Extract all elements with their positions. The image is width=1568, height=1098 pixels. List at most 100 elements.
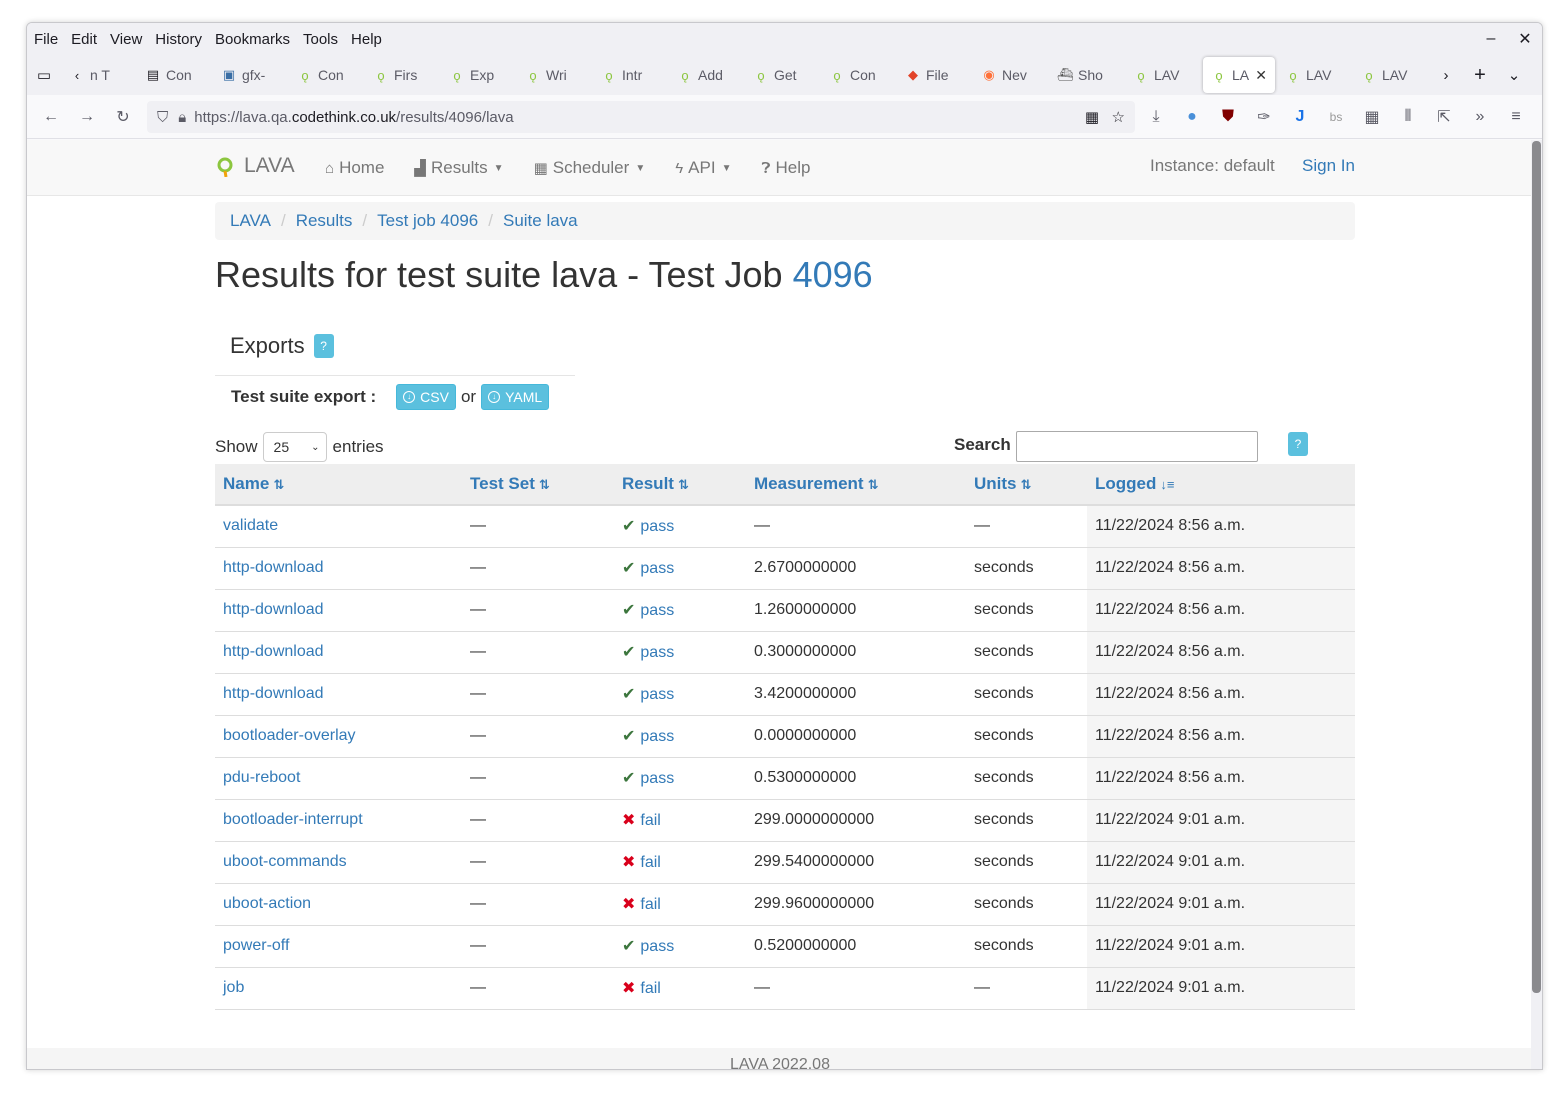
browser-tab[interactable]: ǫ Add bbox=[669, 57, 745, 93]
breadcrumb-suite[interactable]: Suite lava bbox=[503, 211, 578, 231]
list-tabs-icon[interactable]: ⌄ bbox=[1497, 57, 1531, 93]
result-link[interactable]: pass bbox=[640, 770, 674, 787]
browser-tab[interactable]: ǫ Wri bbox=[517, 57, 593, 93]
extension-bs-icon[interactable]: bs bbox=[1318, 99, 1354, 135]
library-icon[interactable]: ⫴ bbox=[1390, 99, 1426, 135]
extensions-grid-icon[interactable]: ▦ bbox=[1354, 99, 1390, 135]
col-header-measurement[interactable]: Measurement ⇅ bbox=[746, 464, 966, 506]
breadcrumb-test-job[interactable]: Test job 4096 bbox=[377, 211, 478, 231]
col-header-test-set[interactable]: Test Set ⇅ bbox=[462, 464, 614, 506]
result-link[interactable]: fail bbox=[640, 812, 660, 829]
nav-scheduler[interactable]: ▦ Scheduler ▼ bbox=[534, 158, 646, 178]
overflow-menu-icon[interactable]: » bbox=[1462, 99, 1498, 135]
yaml-export-button[interactable]: ↓ YAML bbox=[481, 384, 550, 410]
menu-tools[interactable]: Tools bbox=[303, 31, 338, 48]
test-case-link[interactable]: http-download bbox=[223, 685, 324, 702]
browser-tab[interactable]: ◆ File bbox=[897, 57, 973, 93]
forward-icon[interactable]: → bbox=[69, 99, 105, 135]
test-case-link[interactable]: uboot-action bbox=[223, 895, 311, 912]
back-icon[interactable]: ← bbox=[33, 99, 69, 135]
test-case-link[interactable]: bootloader-overlay bbox=[223, 727, 356, 744]
test-case-link[interactable]: validate bbox=[223, 517, 278, 534]
csv-export-button[interactable]: ↓ CSV bbox=[396, 384, 456, 410]
browser-tab[interactable]: ▣ gfx- bbox=[213, 57, 289, 93]
extension-compass-icon[interactable]: ● bbox=[1174, 99, 1210, 135]
browser-tab[interactable]: ▤ Con bbox=[137, 57, 213, 93]
result-link[interactable]: pass bbox=[640, 938, 674, 955]
test-case-link[interactable]: http-download bbox=[223, 643, 324, 660]
close-window-icon[interactable]: ✕ bbox=[1508, 29, 1542, 49]
browser-tab[interactable]: ǫ LAV bbox=[1125, 57, 1201, 93]
job-number-link[interactable]: 4096 bbox=[793, 254, 873, 295]
breadcrumb-results[interactable]: Results bbox=[296, 211, 353, 231]
browser-tab[interactable]: ǫ Con bbox=[821, 57, 897, 93]
entries-select[interactable]: 25 ⌄ bbox=[262, 432, 327, 462]
browser-tab[interactable]: ⛴ Sho bbox=[1049, 57, 1125, 93]
browser-tab[interactable]: ‹ n T bbox=[61, 57, 137, 93]
browser-tab[interactable]: ǫ LA ✕ bbox=[1203, 57, 1275, 93]
result-link[interactable]: fail bbox=[640, 896, 660, 913]
pin-icon[interactable]: ✑ bbox=[1246, 99, 1282, 135]
menu-history[interactable]: History bbox=[155, 31, 202, 48]
scrollbar-thumb[interactable] bbox=[1532, 141, 1541, 993]
browser-tab[interactable]: ǫ Get bbox=[745, 57, 821, 93]
menu-help[interactable]: Help bbox=[351, 31, 382, 48]
menu-edit[interactable]: Edit bbox=[71, 31, 97, 48]
result-link[interactable]: pass bbox=[640, 644, 674, 661]
reload-icon[interactable]: ↻ bbox=[105, 99, 141, 135]
result-link[interactable]: pass bbox=[640, 518, 674, 535]
col-header-result[interactable]: Result ⇅ bbox=[614, 464, 746, 506]
test-case-link[interactable]: bootloader-interrupt bbox=[223, 811, 363, 828]
nav-help[interactable]: ❓︎ Help bbox=[761, 158, 810, 178]
result-link[interactable]: fail bbox=[640, 854, 660, 871]
ublock-icon[interactable]: ⛊ bbox=[1210, 99, 1246, 135]
browser-tab[interactable]: ǫ Firs bbox=[365, 57, 441, 93]
nav-api[interactable]: ϟ API ▼ bbox=[675, 158, 731, 178]
tab-overview-icon[interactable]: ▭ bbox=[27, 57, 61, 93]
qr-code-icon[interactable]: ▦ bbox=[1085, 108, 1099, 126]
browser-tab[interactable]: ǫ LAV bbox=[1277, 57, 1353, 93]
browser-tab[interactable]: ǫ Exp bbox=[441, 57, 517, 93]
lava-brand[interactable]: LAVA bbox=[216, 154, 295, 178]
scroll-tabs-right-icon[interactable]: › bbox=[1429, 57, 1463, 93]
url-bar[interactable]: ⛉ 🔒︎ https://lava.qa. codethink.co.uk/res… bbox=[147, 101, 1135, 133]
shield-icon[interactable]: ⛉ bbox=[157, 109, 168, 126]
minimize-icon[interactable]: – bbox=[1474, 30, 1508, 48]
result-link[interactable]: pass bbox=[640, 728, 674, 745]
nav-results[interactable]: ▟ Results ▼ bbox=[414, 158, 503, 178]
test-case-link[interactable]: http-download bbox=[223, 559, 324, 576]
result-link[interactable]: fail bbox=[640, 980, 660, 997]
menu-bookmarks[interactable]: Bookmarks bbox=[215, 31, 290, 48]
test-case-link[interactable]: http-download bbox=[223, 601, 324, 618]
col-header-logged[interactable]: Logged ↓≡ bbox=[1087, 464, 1355, 506]
close-tab-icon[interactable]: ✕ bbox=[1255, 67, 1267, 84]
result-link[interactable]: pass bbox=[640, 686, 674, 703]
col-header-units[interactable]: Units ⇅ bbox=[966, 464, 1087, 506]
browser-tab[interactable]: ǫ LAV bbox=[1353, 57, 1429, 93]
menu-file[interactable]: File bbox=[34, 31, 58, 48]
new-tab-icon[interactable]: + bbox=[1463, 57, 1497, 93]
bookmark-star-icon[interactable]: ☆ bbox=[1112, 108, 1125, 126]
app-menu-icon[interactable]: ≡ bbox=[1498, 99, 1534, 135]
search-help-button[interactable]: ? bbox=[1288, 432, 1308, 456]
browser-tab[interactable]: ǫ Con bbox=[289, 57, 365, 93]
nav-home[interactable]: ⌂ Home bbox=[325, 158, 384, 178]
share-icon[interactable]: ⇱ bbox=[1426, 99, 1462, 135]
sign-in-link[interactable]: Sign In bbox=[1302, 156, 1355, 176]
extension-j-icon[interactable]: J bbox=[1282, 99, 1318, 135]
lock-icon[interactable]: 🔒︎ bbox=[178, 109, 186, 126]
search-input[interactable] bbox=[1016, 431, 1258, 462]
menu-view[interactable]: View bbox=[110, 31, 142, 48]
test-case-link[interactable]: pdu-reboot bbox=[223, 769, 300, 786]
exports-help-button[interactable]: ? bbox=[313, 334, 334, 358]
breadcrumb-lava[interactable]: LAVA bbox=[230, 211, 271, 231]
result-link[interactable]: pass bbox=[640, 560, 674, 577]
browser-tab[interactable]: ǫ Intr bbox=[593, 57, 669, 93]
result-link[interactable]: pass bbox=[640, 602, 674, 619]
col-header-name[interactable]: Name ⇅ bbox=[215, 464, 462, 506]
browser-tab[interactable]: ◉ Nev bbox=[973, 57, 1049, 93]
test-case-link[interactable]: job bbox=[223, 979, 244, 996]
test-case-link[interactable]: uboot-commands bbox=[223, 853, 347, 870]
test-case-link[interactable]: power-off bbox=[223, 937, 289, 954]
downloads-icon[interactable]: ⤓ bbox=[1138, 99, 1174, 135]
